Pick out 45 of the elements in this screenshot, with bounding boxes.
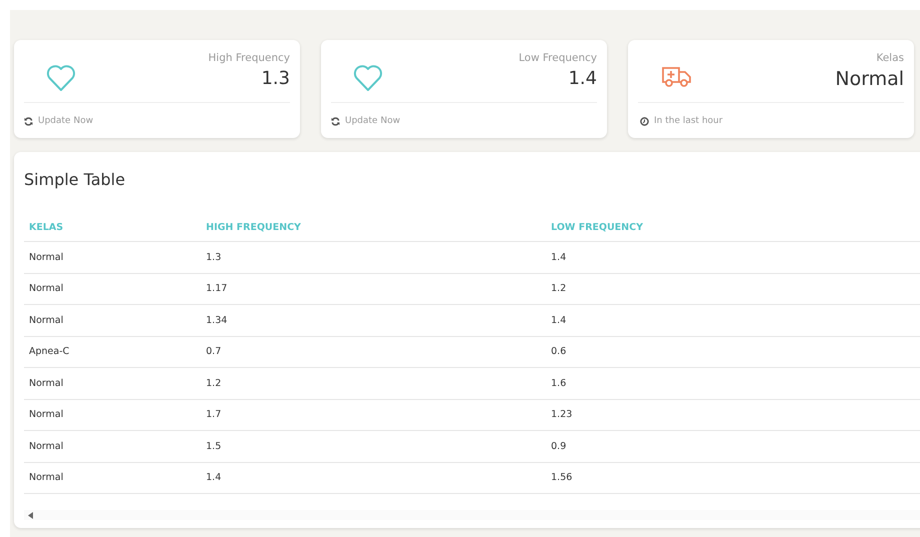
column-header: HIGH FREQUENCY	[201, 213, 546, 242]
footer-note: In the last hour	[654, 116, 723, 126]
table-cell: Apnea-C	[24, 336, 201, 368]
table-cell: 1.2	[546, 273, 920, 304]
refresh-icon	[331, 116, 340, 126]
table-title: Simple Table	[24, 170, 126, 191]
table-cell: 1.4	[546, 242, 920, 273]
stat-value: 1.3	[260, 68, 290, 89]
table-cell: 1.3	[201, 242, 546, 273]
table-cell: Normal	[24, 273, 201, 304]
table-cell: 1.2	[201, 368, 546, 399]
horizontal-scrollbar[interactable]	[24, 510, 920, 520]
table-cell: 1.23	[546, 399, 920, 430]
stat-value: 1.4	[567, 68, 597, 89]
table-cell: 1.7	[201, 399, 546, 430]
table-cell: 1.34	[201, 304, 546, 336]
table-cell: 1.4	[201, 462, 546, 494]
column-header: KELAS	[24, 213, 201, 242]
stat-value: Normal	[835, 68, 904, 90]
table-cell: Normal	[24, 304, 201, 336]
column-header: LOW FREQUENCY	[546, 213, 920, 242]
clock-icon	[640, 116, 649, 126]
stat-label: Low Frequency	[518, 52, 597, 64]
stat-label: High Frequency	[208, 52, 290, 64]
table-cell: Normal	[24, 368, 201, 399]
table-cell: 1.5	[201, 430, 546, 462]
table-cell: Normal	[24, 430, 201, 462]
table-cell: 0.9	[546, 430, 920, 462]
heart-icon	[46, 64, 76, 92]
refresh-icon	[24, 116, 33, 126]
table-cell: 1.4	[546, 304, 920, 336]
table-cell: 0.6	[546, 336, 920, 368]
table-cell: 0.7	[201, 336, 546, 368]
table-cell: Normal	[24, 242, 201, 273]
table-cell: 1.56	[546, 462, 920, 494]
ambulance-icon	[662, 66, 692, 88]
table-cell: 1.6	[546, 368, 920, 399]
table-cell: Normal	[24, 462, 201, 494]
table-cell: Normal	[24, 399, 201, 430]
table-cell: 1.17	[201, 273, 546, 304]
heart-icon	[353, 64, 383, 92]
update-link[interactable]: Update Now	[38, 116, 94, 126]
scroll-left-arrow-icon[interactable]	[28, 512, 33, 518]
stat-label: Kelas	[875, 52, 904, 64]
update-link[interactable]: Update Now	[345, 116, 400, 126]
